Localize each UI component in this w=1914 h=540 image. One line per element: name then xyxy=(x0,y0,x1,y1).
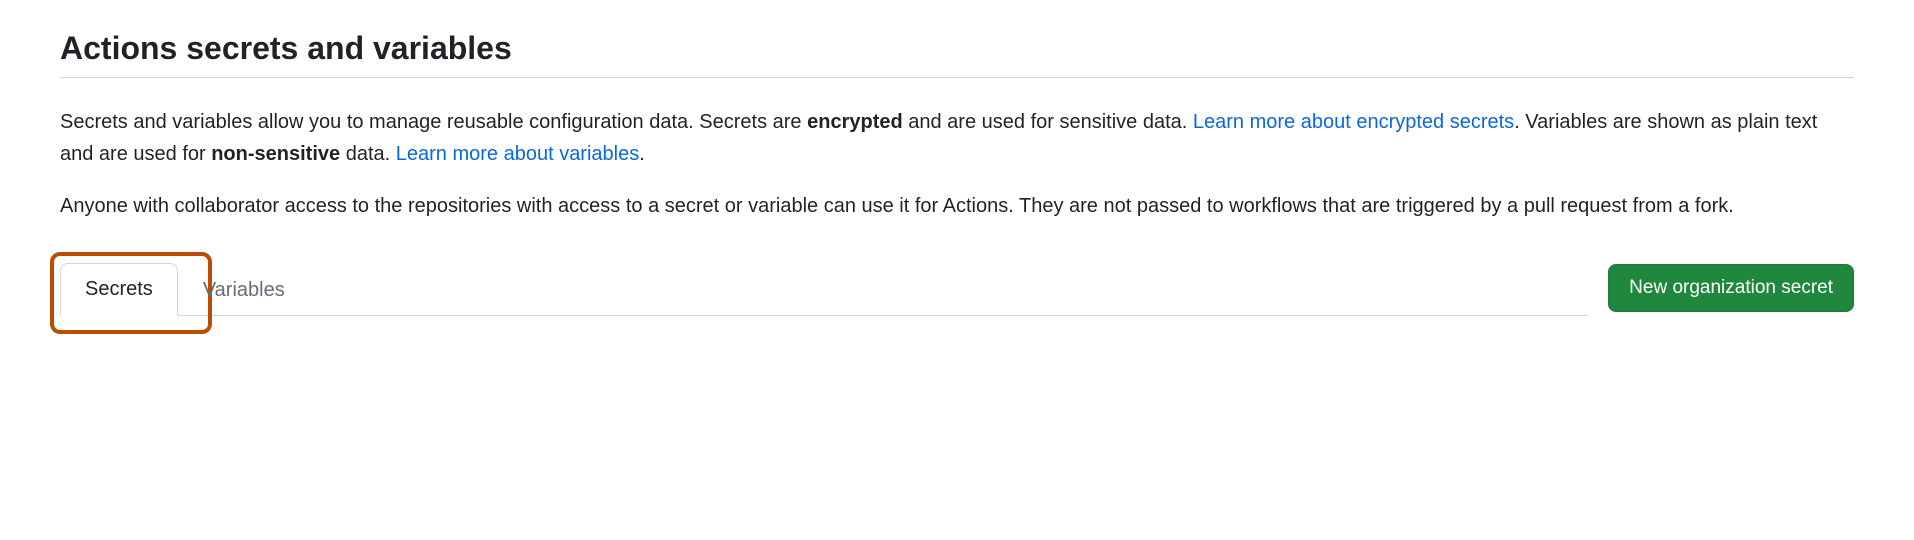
description-paragraph-1: Secrets and variables allow you to manag… xyxy=(60,106,1854,170)
learn-more-variables-link[interactable]: Learn more about variables xyxy=(396,143,639,165)
desc-text: Secrets and variables allow you to manag… xyxy=(60,111,807,133)
desc-bold-encrypted: encrypted xyxy=(807,111,903,133)
tabs-wrapper: Secrets Variables xyxy=(60,262,310,315)
description-paragraph-2: Anyone with collaborator access to the r… xyxy=(60,190,1854,222)
tab-secrets[interactable]: Secrets xyxy=(60,263,178,316)
desc-text: . xyxy=(639,143,645,165)
new-organization-secret-button[interactable]: New organization secret xyxy=(1608,264,1854,312)
desc-text: and are used for sensitive data. xyxy=(903,111,1193,133)
desc-text: data. xyxy=(340,143,396,165)
learn-more-secrets-link[interactable]: Learn more about encrypted secrets xyxy=(1193,111,1514,133)
tabs-container: Secrets Variables xyxy=(60,262,1588,316)
tab-variables[interactable]: Variables xyxy=(178,264,310,316)
desc-bold-nonsensitive: non-sensitive xyxy=(211,143,340,165)
page-title: Actions secrets and variables xyxy=(60,30,1854,78)
tab-bar: Secrets Variables New organization secre… xyxy=(60,262,1854,316)
